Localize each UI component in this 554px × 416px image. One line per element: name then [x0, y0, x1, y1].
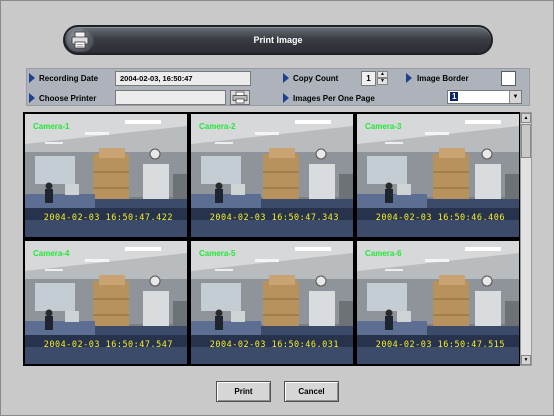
print-button[interactable]: Print: [216, 381, 271, 402]
choose-printer-button[interactable]: [230, 90, 250, 105]
window-title: Print Image: [253, 35, 303, 45]
triangle-right-icon: [29, 73, 35, 83]
images-per-page-select[interactable]: 1 ▼: [447, 90, 522, 104]
camera-label: Camera-4: [33, 249, 70, 258]
camera-timestamp: 2004-02-03 16:50:46.031: [209, 340, 339, 350]
camera-tile[interactable]: Camera-1 2004-02-03 16:50:47.422: [25, 114, 187, 237]
camera-label: Camera-5: [199, 249, 236, 258]
copy-count-stepper[interactable]: ▲ ▼: [377, 71, 388, 86]
triangle-right-icon: [406, 73, 412, 83]
chevron-down-icon[interactable]: ▼: [509, 91, 521, 103]
copy-count-input[interactable]: 1: [361, 71, 376, 86]
printer-icon: [232, 91, 248, 104]
triangle-right-icon: [29, 93, 35, 103]
print-image-dialog: Print Image Recording Date 2004-02-03, 1…: [0, 0, 554, 416]
down-arrow-icon[interactable]: ▼: [521, 355, 531, 365]
recording-date-field: 2004-02-03, 16:50:47: [115, 71, 251, 86]
copy-count-label: Copy Count: [293, 74, 339, 83]
triangle-right-icon: [283, 93, 289, 103]
image-border-label: Image Border: [417, 74, 469, 83]
camera-tile[interactable]: Camera-6 2004-02-03 16:50:47.515: [357, 241, 519, 364]
camera-tile[interactable]: Camera-3 2004-02-03 16:50:46.406: [357, 114, 519, 237]
camera-label: Camera-3: [365, 122, 402, 131]
camera-timestamp: 2004-02-03 16:50:47.422: [43, 213, 173, 223]
camera-timestamp: 2004-02-03 16:50:47.515: [375, 340, 505, 350]
camera-tile[interactable]: Camera-4 2004-02-03 16:50:47.547: [25, 241, 187, 364]
camera-tile[interactable]: Camera-2 2004-02-03 16:50:47.343: [191, 114, 353, 237]
image-border-checkbox[interactable]: [501, 71, 516, 86]
up-arrow-icon[interactable]: ▲: [377, 71, 388, 78]
camera-timestamp: 2004-02-03 16:50:47.547: [43, 340, 173, 350]
camera-label: Camera-6: [365, 249, 402, 258]
camera-tile[interactable]: Camera-5 2004-02-03 16:50:46.031: [191, 241, 353, 364]
down-arrow-icon[interactable]: ▼: [377, 78, 388, 85]
scrollbar-thumb[interactable]: [521, 124, 531, 158]
recording-date-label: Recording Date: [39, 74, 99, 83]
up-arrow-icon[interactable]: ▲: [521, 113, 531, 123]
camera-label: Camera-2: [199, 122, 236, 131]
camera-label: Camera-1: [33, 122, 70, 131]
camera-timestamp: 2004-02-03 16:50:46.406: [375, 213, 505, 223]
print-options-panel: Recording Date 2004-02-03, 16:50:47 Choo…: [26, 68, 530, 106]
images-per-page-label: Images Per One Page: [293, 94, 375, 103]
choose-printer-label: Choose Printer: [39, 94, 97, 103]
cancel-button[interactable]: Cancel: [284, 381, 339, 402]
choose-printer-field[interactable]: [115, 90, 226, 105]
triangle-right-icon: [283, 73, 289, 83]
images-per-page-value: 1: [450, 92, 459, 101]
title-bar: Print Image: [63, 25, 493, 55]
camera-timestamp: 2004-02-03 16:50:47.343: [209, 213, 339, 223]
preview-scrollbar[interactable]: ▲ ▼: [520, 112, 532, 366]
